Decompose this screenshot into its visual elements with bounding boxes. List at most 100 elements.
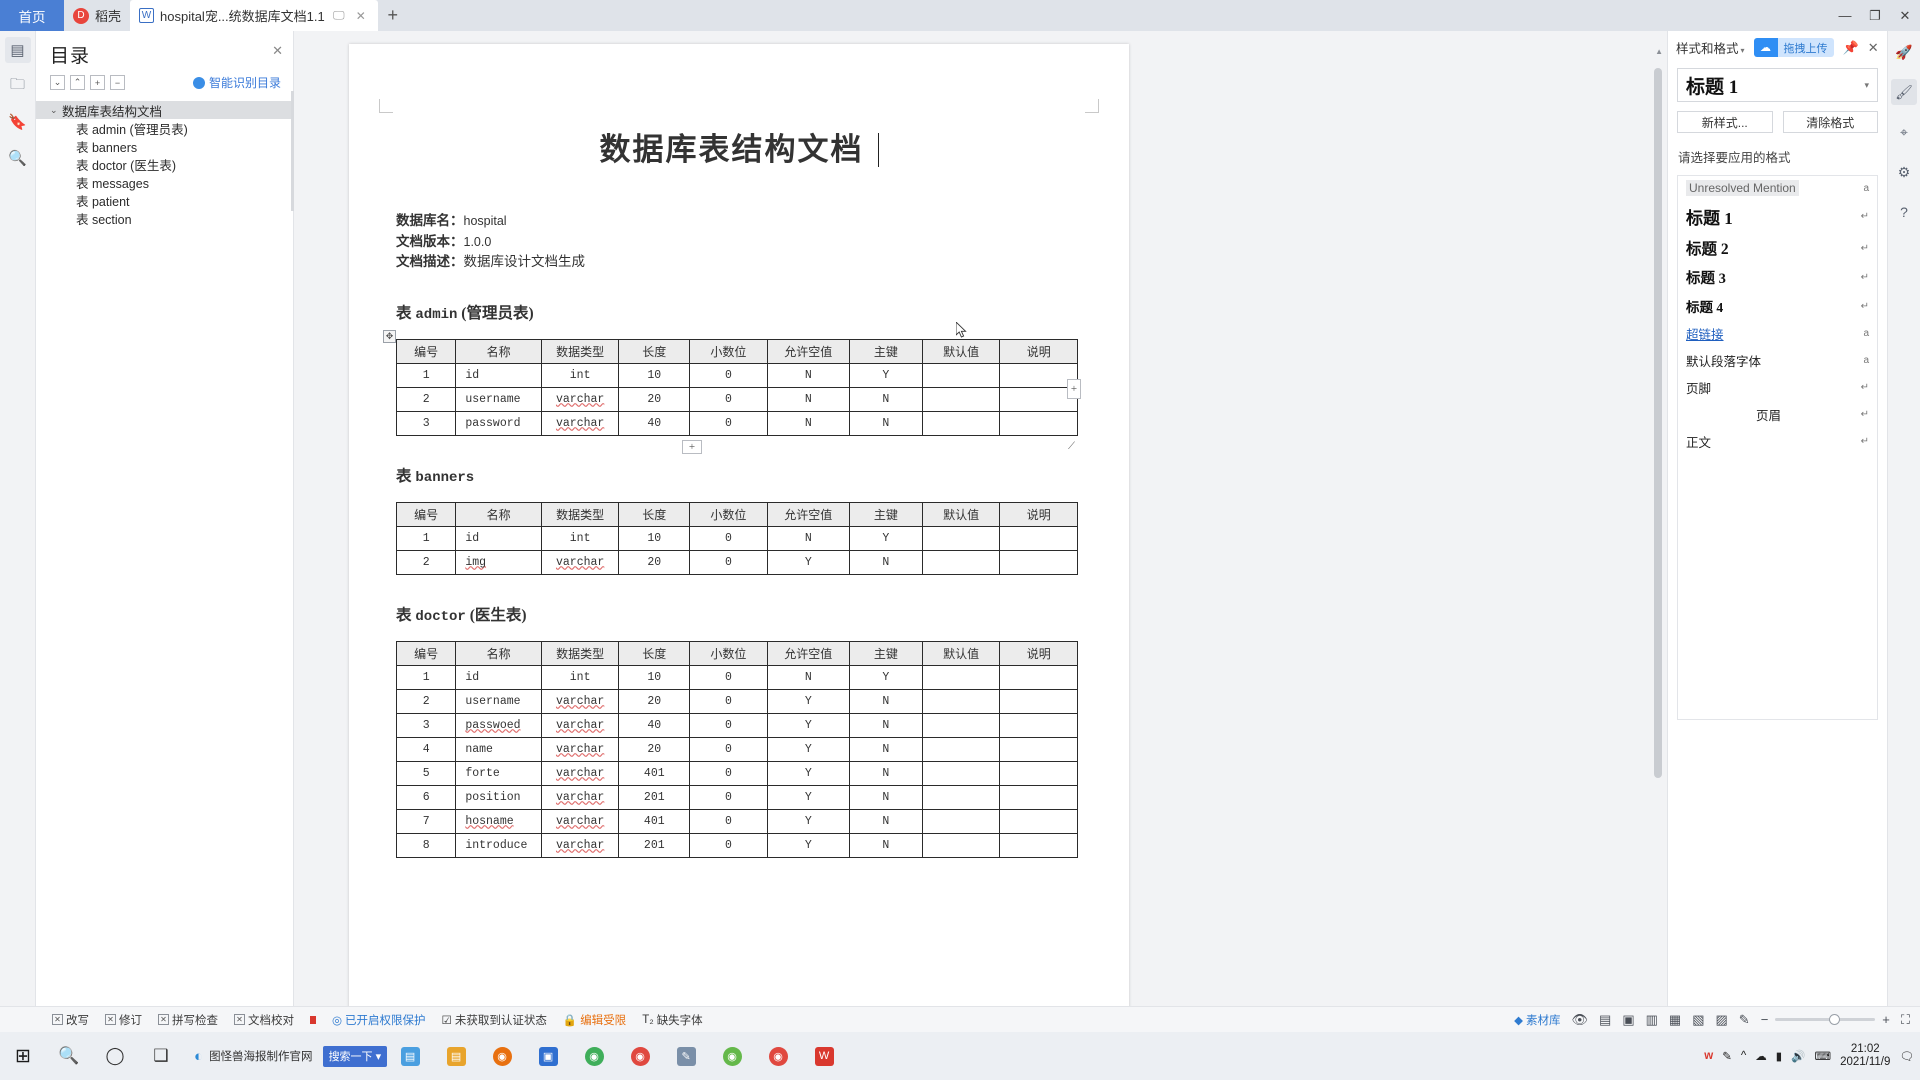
adjust-icon[interactable]: ⚙ (1891, 159, 1917, 185)
cloud-icon[interactable]: ☁ (1755, 1049, 1767, 1063)
scroll-up-arrow-icon[interactable]: ▲ (1655, 47, 1663, 56)
table-cell[interactable] (999, 525, 1078, 551)
wps-icon[interactable]: W (801, 1032, 847, 1080)
style-list-item[interactable]: 页脚 ↵ (1678, 374, 1877, 401)
pin-icon[interactable]: 📌 (1843, 40, 1859, 56)
table-cell[interactable]: varchar (540, 784, 620, 810)
table-cell[interactable]: passwoed (455, 712, 542, 738)
table-row[interactable]: 8 introduce varchar 201 0 Y N (395, 832, 1078, 858)
table-cell[interactable]: 10 (618, 664, 691, 690)
table-cell[interactable]: varchar (540, 808, 620, 834)
table-cell[interactable]: 401 (618, 760, 691, 786)
notification-icon[interactable]: 🗨 (1899, 1049, 1914, 1063)
table-cell[interactable]: N (848, 549, 923, 575)
table-cell[interactable] (999, 362, 1078, 388)
db-table[interactable]: 编号 名称 数据类型 长度 小数位 允许空值 主键 默认值 说明 1 id int 10 0 N Y 2 user… (395, 640, 1078, 858)
table-cell[interactable]: N (848, 808, 923, 834)
table-cell[interactable]: 0 (689, 784, 768, 810)
tab-home[interactable]: 首页 (0, 0, 64, 31)
zoom-in-button[interactable]: + (1882, 1012, 1890, 1027)
minimize-button[interactable]: — (1830, 0, 1860, 31)
scrollbar-thumb[interactable] (1654, 68, 1662, 778)
table-cell[interactable]: 20 (618, 688, 691, 714)
table-cell[interactable]: 1 (395, 525, 457, 551)
table-cell[interactable]: Y (766, 760, 850, 786)
table-row[interactable]: 5 forte varchar 401 0 Y N (395, 760, 1078, 786)
table-cell[interactable] (921, 688, 1001, 714)
status-red-mark[interactable] (310, 1015, 316, 1024)
table-cell[interactable]: N (766, 410, 850, 436)
table-cell[interactable]: 2 (395, 549, 457, 575)
db-table[interactable]: 编号 名称 数据类型 长度 小数位 允许空值 主键 默认值 说明 1 id int 10 0 N Y 2 img v… (395, 501, 1078, 575)
editor-icon[interactable]: ✎ (663, 1032, 709, 1080)
nav-item-banners[interactable]: 表 banners (36, 137, 293, 155)
table-cell[interactable]: 3 (395, 410, 457, 436)
table-row[interactable]: 4 name varchar 20 0 Y N (395, 736, 1078, 762)
outline-icon[interactable]: ▤ (4, 37, 31, 63)
table-row[interactable]: 1 id int 10 0 N Y (395, 362, 1078, 388)
table-cell[interactable]: 40 (618, 410, 691, 436)
table-cell[interactable]: varchar (540, 410, 620, 436)
new-style-button[interactable]: 新样式... (1677, 111, 1773, 133)
start-icon[interactable]: ⊞ (0, 1032, 46, 1080)
collapse-all-icon[interactable]: − (110, 75, 125, 90)
eye-icon[interactable]: 👁 (1572, 1012, 1589, 1028)
style-list-item[interactable]: 标题 2 ↵ (1678, 233, 1877, 263)
table-cell[interactable]: varchar (540, 760, 620, 786)
table-row[interactable]: 1 id int 10 0 N Y (395, 525, 1078, 551)
table-cell[interactable]: int (540, 525, 620, 551)
search-icon[interactable]: 🔍 (46, 1032, 92, 1080)
table-add-column-button[interactable]: + (1067, 379, 1081, 399)
table-cell[interactable]: 40 (618, 712, 691, 738)
close-icon[interactable]: ✕ (353, 9, 369, 23)
table-cell[interactable]: 0 (689, 362, 768, 388)
search-pill[interactable]: 搜索一下 ▾ (322, 1045, 388, 1067)
table-cell[interactable]: username (455, 688, 542, 714)
material-library-button[interactable]: ◆ 素材库 (1514, 1012, 1560, 1028)
table-row[interactable]: 2 img varchar 20 0 Y N (395, 549, 1078, 575)
table-cell[interactable]: N (766, 664, 850, 690)
nav-item-messages[interactable]: 表 messages (36, 173, 293, 191)
table-cell[interactable]: N (848, 410, 923, 436)
style-list-item[interactable]: 标题 3 ↵ (1678, 263, 1877, 292)
firefox-icon[interactable]: ◉ (479, 1032, 525, 1080)
table-cell[interactable] (999, 736, 1078, 762)
table-cell[interactable]: 0 (689, 664, 768, 690)
drag-upload-button[interactable]: ☁ 拖拽上传 (1753, 38, 1834, 57)
table-cell[interactable] (921, 362, 1001, 388)
battery-icon[interactable]: ⌨ (1814, 1049, 1831, 1063)
table-cell[interactable]: id (455, 362, 542, 388)
smart-outline-button[interactable]: 智能识别目录 (192, 74, 281, 91)
table-cell[interactable] (999, 712, 1078, 738)
table-cell[interactable]: int (540, 362, 620, 388)
styles-panel-title[interactable]: 样式和格式 ▾ (1676, 38, 1745, 57)
reading-icon[interactable]: ▧ (1692, 1012, 1704, 1028)
table-cell[interactable]: Y (766, 784, 850, 810)
table-cell[interactable] (921, 760, 1001, 786)
new-tab-button[interactable]: + (378, 0, 408, 31)
table-cell[interactable]: 0 (689, 736, 768, 762)
cortana-icon[interactable]: ◯ (92, 1032, 138, 1080)
table-cell[interactable]: 5 (395, 760, 457, 786)
table-cell[interactable]: N (848, 736, 923, 762)
style-list-item[interactable]: 默认段落字体 a (1678, 347, 1877, 374)
table-cell[interactable]: img (455, 549, 542, 575)
table-cell[interactable]: 401 (618, 808, 691, 834)
table-cell[interactable]: N (848, 784, 923, 810)
document-scrollbar[interactable] (1654, 61, 1664, 1080)
taskview-icon[interactable]: ❑ (138, 1032, 184, 1080)
table-cell[interactable]: varchar (540, 736, 620, 762)
table-cell[interactable]: position (455, 784, 542, 810)
db-table[interactable]: 编号 名称 数据类型 长度 小数位 允许空值 主键 默认值 说明 1 id int 10 0 N Y 2 user… (395, 338, 1078, 436)
table-cell[interactable] (999, 760, 1078, 786)
table-row[interactable]: 3 password varchar 40 0 N N (395, 410, 1078, 436)
nav-item-section[interactable]: 表 section (36, 209, 293, 227)
table-cell[interactable]: 7 (395, 808, 457, 834)
table-cell[interactable]: varchar (540, 712, 620, 738)
status-missing-font[interactable]: T₂ 缺失字体 (642, 1012, 703, 1028)
table-cell[interactable]: Y (848, 362, 923, 388)
table-cell[interactable] (921, 736, 1001, 762)
table-cell[interactable]: id (455, 525, 542, 551)
help-icon[interactable]: ? (1891, 199, 1917, 225)
table-cell[interactable]: 0 (689, 525, 768, 551)
